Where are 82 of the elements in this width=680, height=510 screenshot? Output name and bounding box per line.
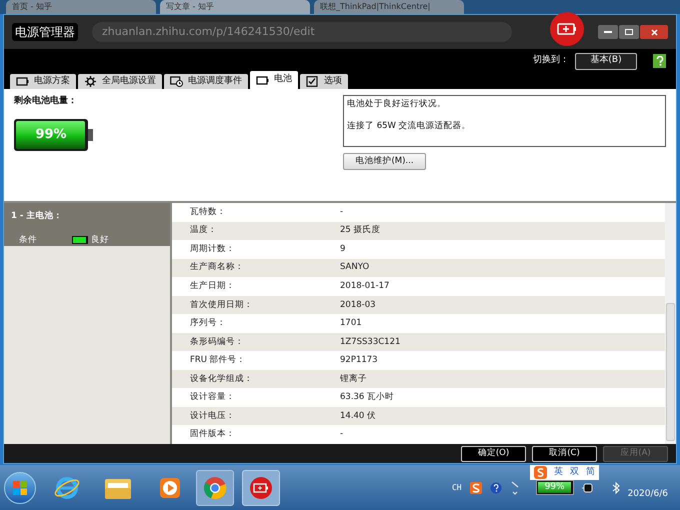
- close-button[interactable]: [640, 25, 668, 39]
- battery-icon: [16, 76, 29, 87]
- detail-label: 生产日期：: [189, 280, 236, 293]
- detail-label: 温度：: [189, 224, 218, 238]
- detail-value: 14.40 伏: [340, 410, 376, 422]
- media-player-icon[interactable]: [158, 476, 182, 500]
- browser-tab[interactable]: 写文章 - 知乎: [160, 0, 310, 14]
- charge-label: 剩余电池电量：: [14, 95, 78, 108]
- charge-reading: 99%: [34, 126, 68, 144]
- sogou-tray-icon[interactable]: [470, 482, 482, 494]
- detail-label: 序列号：: [189, 317, 227, 330]
- condition-value: 良好: [91, 234, 109, 246]
- tab[interactable]: 选项: [300, 74, 348, 89]
- battery-app-icon: [550, 12, 584, 46]
- maximize-button[interactable]: [619, 25, 639, 39]
- detail-value: 63.36 瓦小时: [340, 391, 394, 404]
- detail-value: 1Z7SS33C121: [340, 336, 400, 348]
- chrome-taskbar-button[interactable]: [196, 470, 234, 506]
- detail-value: -: [340, 428, 344, 442]
- detail-label: 首次使用日期：: [189, 298, 254, 312]
- detail-label: 固件版本：: [189, 428, 236, 442]
- battery-icon: [256, 74, 269, 86]
- battery-summary-panel[interactable]: 1 - 主电池： 条件 良好: [4, 203, 170, 246]
- tab[interactable]: 电源方案: [10, 74, 76, 89]
- condition-label: 条件: [19, 234, 38, 246]
- ime-option[interactable]: 双: [570, 466, 579, 480]
- browser-e-icon[interactable]: [54, 474, 80, 500]
- gear-icon: [84, 76, 97, 87]
- detail-label: 周期计数：: [189, 242, 236, 256]
- dialog-button[interactable]: 确定(O): [461, 446, 526, 462]
- status-text: 电池处于良好运行状况。: [347, 98, 447, 111]
- bluetooth-icon[interactable]: [612, 482, 620, 494]
- clock-date: 2020/6/6: [628, 488, 668, 501]
- chrome-logo-icon: [203, 476, 227, 500]
- detail-value: 92P1173: [340, 354, 378, 367]
- detail-value: 9: [340, 242, 346, 256]
- detail-value: 1701: [340, 317, 362, 330]
- help-icon[interactable]: [653, 54, 666, 68]
- battery-icon: [72, 236, 88, 244]
- detail-label: 生产商名称：: [189, 261, 245, 274]
- battery-title: 1 - 主电池：: [11, 210, 64, 223]
- battery-terminal: [88, 128, 93, 140]
- window-title: 电源管理器: [12, 23, 78, 41]
- battery-maintenance-button[interactable]: 电池维护(M)...: [343, 153, 426, 170]
- browser-tab[interactable]: 首页 - 知乎: [6, 0, 156, 14]
- address-text: zhuanlan.zhihu.com/p/146241530/edit: [92, 22, 512, 42]
- checkbox-icon: [306, 76, 319, 87]
- detail-value: -: [340, 206, 344, 219]
- language-indicator[interactable]: CH: [452, 482, 462, 494]
- basic-mode-button[interactable]: 基本(B): [575, 52, 637, 70]
- close-icon: [650, 28, 658, 36]
- detail-label: FRU 部件号：: [189, 354, 247, 367]
- detail-label: 设计电压：: [189, 410, 236, 422]
- tab[interactable]: 电源调度事件: [164, 74, 248, 89]
- detail-value: 2018-03: [340, 298, 376, 312]
- status-text: 连接了 65W 交流电源适配器。: [347, 120, 472, 132]
- battery-plus-icon: [249, 476, 273, 500]
- ime-option[interactable]: 简: [586, 466, 595, 480]
- tab[interactable]: 全局电源设置: [78, 74, 162, 89]
- detail-label: 瓦特数：: [189, 206, 227, 219]
- detail-value: SANYO: [340, 261, 370, 274]
- ime-toolbar[interactable]: 英 双 简: [530, 465, 599, 480]
- plug-icon[interactable]: [582, 482, 594, 492]
- windows-logo-icon: [12, 480, 28, 496]
- ime-option[interactable]: 英: [554, 466, 563, 480]
- detail-label: 设计容量：: [189, 391, 236, 404]
- scrollbar[interactable]: [665, 203, 676, 444]
- start-button[interactable]: [4, 472, 36, 504]
- power-manager-taskbar-button[interactable]: [242, 470, 280, 506]
- help-tray-icon[interactable]: [490, 482, 502, 494]
- minimize-button[interactable]: [598, 25, 618, 39]
- detail-label: 设备化学组成：: [189, 372, 254, 386]
- sogou-icon: [534, 466, 547, 479]
- tab[interactable]: 电池: [250, 71, 298, 89]
- dialog-button[interactable]: 取消(C): [532, 446, 597, 462]
- browser-tab[interactable]: 联想_ThinkPad|ThinkCentre|: [314, 0, 464, 14]
- switch-label: 切换到：: [533, 54, 569, 68]
- detail-value: 2018-01-17: [340, 280, 390, 293]
- detail-value: 25 摄氏度: [340, 224, 381, 238]
- detail-value: 锂离子: [340, 372, 367, 386]
- detail-label: 条形码编号：: [189, 336, 245, 348]
- screen-clock-icon: [170, 76, 183, 87]
